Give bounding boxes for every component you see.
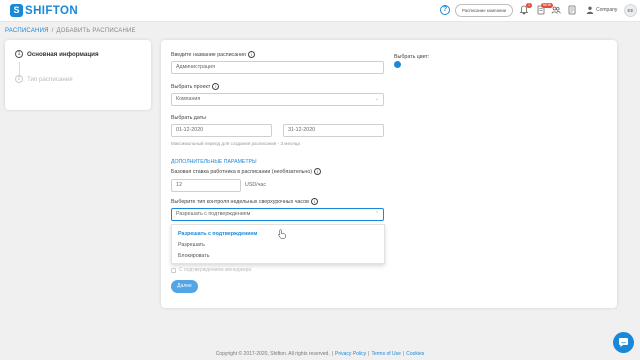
steps-panel: 1 Основная информация 2 Тип расписания xyxy=(5,40,151,110)
overtime-label-text: Выберите тип контроля недельных сверхуро… xyxy=(171,198,309,205)
top-bar: S SHIFTON ? Расписание компании 1 NEW Co… xyxy=(0,0,640,22)
step-number: 1 xyxy=(15,50,23,58)
additional-params-title: ДОПОЛНИТЕЛЬНЫЕ ПАРАМЕТРЫ xyxy=(171,159,257,165)
dates-hint: Максимальный период для создания расписа… xyxy=(171,141,300,146)
schedule-name-label: Введите название расписания i xyxy=(171,51,255,58)
copyright-text: Copyright © 2017-2020, Shifton. All righ… xyxy=(215,351,330,357)
manager-confirm-row[interactable]: С подтверждением менеджера xyxy=(171,267,251,273)
chat-icon xyxy=(619,338,628,347)
step-basic-info[interactable]: 1 Основная информация xyxy=(15,50,99,58)
step-connector xyxy=(19,62,20,76)
shifton-logo[interactable]: S SHIFTON xyxy=(10,4,78,17)
users-icon[interactable] xyxy=(551,5,561,15)
chevron-down-icon: ⌄ xyxy=(374,96,379,102)
project-label: Выбрать проект i xyxy=(171,83,220,90)
cookies-link[interactable]: Cookies xyxy=(406,351,424,357)
footer: Copyright © 2017-2020, Shifton. All righ… xyxy=(215,351,425,357)
breadcrumb-separator: / xyxy=(51,28,54,34)
next-button[interactable]: Далее xyxy=(171,280,198,293)
overtime-label: Выберите тип контроля недельных сверхуро… xyxy=(171,198,318,205)
company-name[interactable]: Company xyxy=(596,7,617,13)
schedule-form-card: Введите название расписания i Администрац… xyxy=(161,40,617,308)
help-icon[interactable]: ? xyxy=(440,5,450,15)
info-icon[interactable]: i xyxy=(310,198,318,205)
manager-confirm-label: С подтверждением менеджера xyxy=(179,267,252,273)
project-select[interactable]: Компания ⌄ xyxy=(171,93,384,106)
breadcrumb-current: ДОБАВИТЬ РАСПИСАНИЕ xyxy=(56,28,136,34)
hand-cursor-icon xyxy=(278,229,286,239)
list-icon[interactable] xyxy=(567,5,577,15)
base-rate-label: Базовая ставка работника в расписании (н… xyxy=(171,168,322,175)
step-schedule-type[interactable]: 2 Тип расписания xyxy=(15,75,73,83)
overtime-option[interactable]: Разрешать с подтверждением xyxy=(178,231,257,237)
overtime-option[interactable]: Блокировать xyxy=(178,253,209,259)
breadcrumb: РАСПИСАНИЯ / ДОБАВИТЬ РАСПИСАНИЕ xyxy=(5,28,136,34)
project-select-value: Компания xyxy=(176,96,201,102)
date-from-input[interactable]: 01-12-2020 xyxy=(171,124,272,137)
manager-confirm-checkbox[interactable] xyxy=(171,267,176,273)
step-label: Тип расписания xyxy=(27,75,73,83)
rate-unit: USD/час xyxy=(245,182,267,188)
project-label-text: Выбрать проект xyxy=(171,83,211,90)
breadcrumb-schedules-link[interactable]: РАСПИСАНИЯ xyxy=(5,28,49,34)
overtime-select[interactable]: Разрешать с подтверждением ⌃ xyxy=(171,208,384,221)
info-icon[interactable]: i xyxy=(212,83,220,90)
dates-label: Выбрать даты xyxy=(171,115,206,121)
color-picker[interactable] xyxy=(394,61,401,68)
schedule-name-input[interactable]: Администрация xyxy=(171,61,384,74)
base-rate-input[interactable]: 12 xyxy=(171,179,241,192)
color-picker-label: Выбрать цвет: xyxy=(394,54,430,60)
terms-of-use-link[interactable]: Terms of Use xyxy=(371,351,400,357)
company-schedule-button[interactable]: Расписание компании xyxy=(455,4,513,17)
info-icon[interactable]: i xyxy=(247,51,255,58)
notification-badge: 1 xyxy=(526,3,532,8)
base-rate-label-text: Базовая ставка работника в расписании (н… xyxy=(171,168,313,175)
schedule-name-label-text: Введите название расписания xyxy=(171,51,246,58)
info-icon[interactable]: i xyxy=(314,168,322,175)
privacy-policy-link[interactable]: Privacy Policy xyxy=(335,351,366,357)
user-icon[interactable] xyxy=(585,5,595,15)
date-to-input[interactable]: 31-12-2020 xyxy=(283,124,384,137)
chat-button[interactable] xyxy=(613,332,634,353)
step-label: Основная информация xyxy=(27,50,99,58)
step-number: 2 xyxy=(15,75,23,83)
logo-text: SHIFTON xyxy=(25,4,79,17)
overtime-select-value: Разрешать с подтверждением xyxy=(176,211,251,217)
avatar[interactable]: EE xyxy=(624,4,637,17)
overtime-option[interactable]: Разрешать xyxy=(178,242,205,248)
logo-mark: S xyxy=(10,4,23,17)
chevron-up-icon: ⌃ xyxy=(374,211,379,217)
